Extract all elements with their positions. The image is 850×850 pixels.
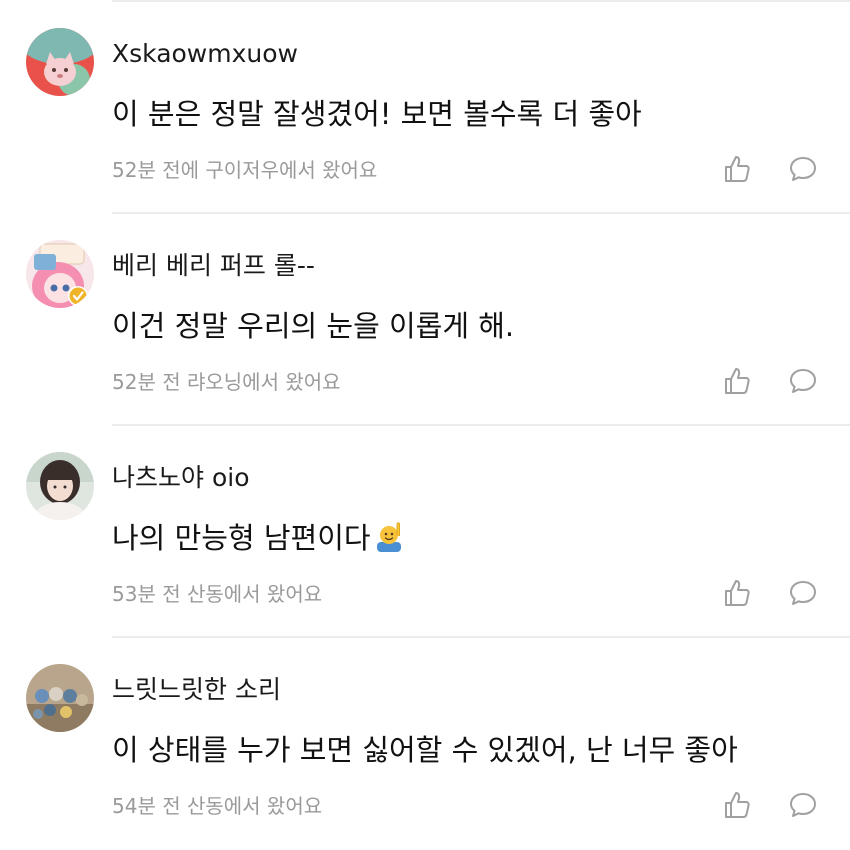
- comment-text: 이 상태를 누가 보면 싫어할 수 있겠어, 난 너무 좋아: [112, 733, 738, 767]
- comment-item: Xskaowmxuow 이 분은 정말 잘생겼어! 보면 볼수록 더 좋아 52…: [0, 2, 850, 214]
- anime-girl-avatar[interactable]: [26, 240, 94, 308]
- comment-meta: 53분 전 산동에서 왔어요: [112, 582, 323, 606]
- speech-bubble-icon: [790, 793, 816, 817]
- comment-meta: 52분 전 랴오닝에서 왔어요: [112, 370, 341, 394]
- girl-photo-avatar[interactable]: [26, 452, 94, 520]
- thumbs-up-icon: [725, 792, 750, 818]
- pink-cat-avatar[interactable]: [26, 28, 94, 96]
- comment-item: 나츠노야 oio 나의 만능형 남편이다 53분 전 산동에서 왔어요: [0, 426, 850, 638]
- like-button[interactable]: [722, 154, 752, 184]
- comment-username[interactable]: 나츠노야 oio: [112, 462, 249, 494]
- comment-item: 베리 베리 퍼프 롤-- 이건 정말 우리의 눈을 이롭게 해. 52분 전 랴…: [0, 214, 850, 426]
- comment-username[interactable]: 느릿느릿한 소리: [112, 674, 281, 706]
- figurines-photo-avatar[interactable]: [26, 664, 94, 732]
- speech-bubble-icon: [790, 157, 816, 181]
- person-raising-hand-emoji: [376, 522, 401, 552]
- comment-username[interactable]: Xskaowmxuow: [112, 38, 298, 70]
- reply-button[interactable]: [788, 578, 818, 608]
- like-button[interactable]: [722, 790, 752, 820]
- comment-username[interactable]: 베리 베리 퍼프 롤--: [112, 250, 315, 282]
- comment-text-row: 나의 만능형 남편이다: [112, 518, 405, 558]
- like-button[interactable]: [722, 578, 752, 608]
- reply-button[interactable]: [788, 790, 818, 820]
- thumbs-up-icon: [725, 368, 750, 394]
- reply-button[interactable]: [788, 366, 818, 396]
- comment-meta: 54분 전 산동에서 왔어요: [112, 794, 323, 818]
- thumbs-up-icon: [725, 156, 750, 182]
- comment-text: 이건 정말 우리의 눈을 이롭게 해.: [112, 309, 515, 343]
- like-button[interactable]: [722, 366, 752, 396]
- comment-text: 이 분은 정말 잘생겼어! 보면 볼수록 더 좋아: [112, 97, 642, 131]
- comment-meta: 52분 전에 구이저우에서 왔어요: [112, 158, 378, 182]
- reply-button[interactable]: [788, 154, 818, 184]
- thumbs-up-icon: [725, 580, 750, 606]
- speech-bubble-icon: [790, 369, 816, 393]
- speech-bubble-icon: [790, 581, 816, 605]
- comment-item: 느릿느릿한 소리 이 상태를 누가 보면 싫어할 수 있겠어, 난 너무 좋아 …: [0, 638, 850, 850]
- comment-text: 나의 만능형 남편이다: [112, 521, 371, 555]
